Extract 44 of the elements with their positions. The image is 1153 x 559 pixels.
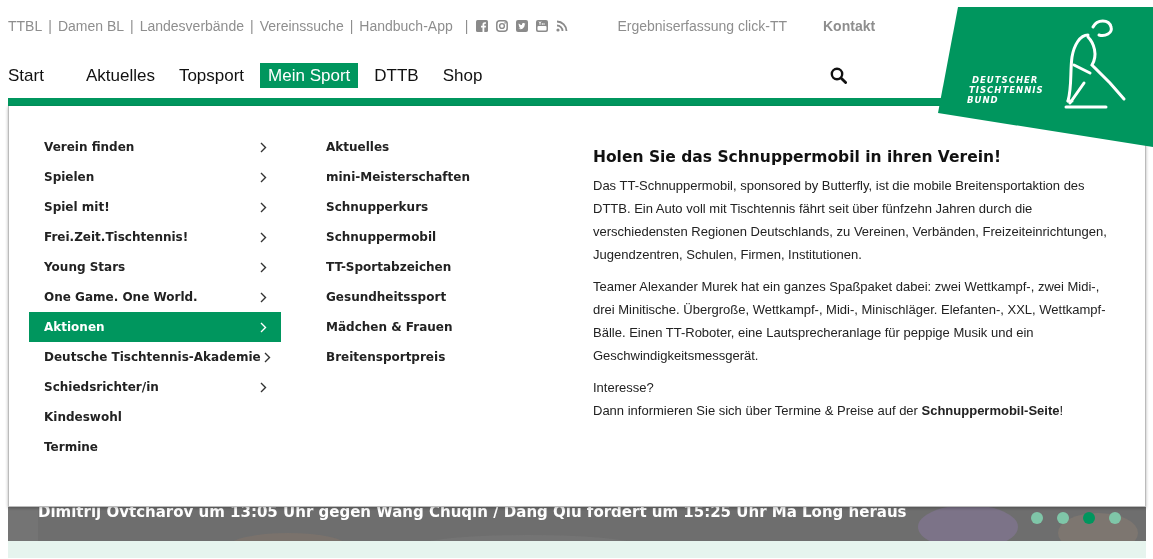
submenu-item[interactable]: Breitensportpreis	[326, 342, 593, 372]
menu-item[interactable]: One Game. One World.	[29, 282, 281, 312]
submenu-item[interactable]: mini-Meisterschaften	[326, 162, 593, 192]
separator: |	[250, 18, 254, 34]
youtube-icon[interactable]	[536, 20, 549, 32]
nav-tab[interactable]: Start	[0, 62, 52, 88]
nav-tab[interactable]: Shop	[434, 62, 491, 88]
nav-tab[interactable]: DTTB	[366, 62, 427, 88]
rss-icon[interactable]	[556, 20, 569, 32]
instagram-icon[interactable]	[496, 20, 509, 32]
teaser-paragraph: Das TT-Schnuppermobil, sponsored by Butterfly, ist die mobile Breitensportaktion des DTTB. Ein Auto voll mit Tischtennis fährt seit über fünfzehn Jahren durch die verschiedensten Regionen Deutschlands, zu Vereinen, Verbänden, Freizeiteinrichtungen, Jugendzentren, Schulen, Firmen, Institutionen.	[593, 177, 1108, 264]
menu-item[interactable]: Spiel mit!	[29, 192, 281, 222]
facebook-icon[interactable]	[476, 20, 489, 32]
menu-item[interactable]: Spielen	[29, 162, 281, 192]
menu-item[interactable]: Frei.Zeit.Tischtennis!	[29, 222, 281, 252]
separator: |	[464, 18, 469, 34]
submenu-item[interactable]: Aktuelles	[326, 132, 593, 162]
submenu-item[interactable]: TT-Sportabzeichen	[326, 252, 593, 282]
submenu-item[interactable]: Schnupperkurs	[326, 192, 593, 222]
teaser-title: Holen Sie das Schnuppermobil in ihren Verein!	[593, 148, 1003, 166]
submenu-item[interactable]: Schnuppermobil	[326, 222, 593, 252]
twitter-icon[interactable]	[516, 20, 529, 32]
separator: |	[349, 18, 354, 34]
search-icon[interactable]	[830, 66, 848, 84]
separator: |	[130, 18, 134, 34]
submenu-item[interactable]: Gesundheitssport	[326, 282, 593, 312]
teaser-paragraph: Teamer Alexander Murek hat ein ganzes Spaßpaket dabei: zwei Wettkampf-, zwei Midi-, drei Minitische. Übergroße, Wettkampf-, Midi-, Minischläger. Elefanten-, XXL, Wettkampf-Bälle. Einen TT-Roboter, eine Lautsprecheranlage für peppige Musik und ein Geschwindigkeitsmessgerät.	[593, 278, 1107, 365]
logo-text: TISCHTENNIS	[969, 85, 1044, 95]
teaser-text: Interesse?	[593, 379, 655, 397]
menu-item[interactable]: Termine	[29, 432, 281, 462]
menu-item[interactable]: Deutsche Tischtennis-Akademie	[29, 342, 281, 372]
logo-text: DEUTSCHER	[972, 75, 1039, 85]
menu-item[interactable]: Aktionen	[29, 312, 281, 342]
nav-tab[interactable]: Mein Sport	[260, 62, 359, 88]
menu-item[interactable]: Kindeswohl	[29, 402, 281, 432]
teaser-link-text[interactable]: Dann informieren Sie sich über Termine & Preise auf der Schnuppermobil-Seite!	[593, 399, 1123, 422]
menu-item[interactable]: Schiedsrichter/in	[29, 372, 281, 402]
nav-tab[interactable]: Aktuelles	[77, 62, 163, 88]
separator: |	[48, 18, 52, 34]
menu-item[interactable]: Verein finden	[29, 132, 281, 162]
submenu-item[interactable]: Mädchen & Frauen	[326, 312, 593, 342]
logo-text: BUND	[967, 95, 999, 105]
menu-item[interactable]: Young Stars	[29, 252, 281, 282]
nav-tab[interactable]: Topsport	[170, 62, 253, 88]
